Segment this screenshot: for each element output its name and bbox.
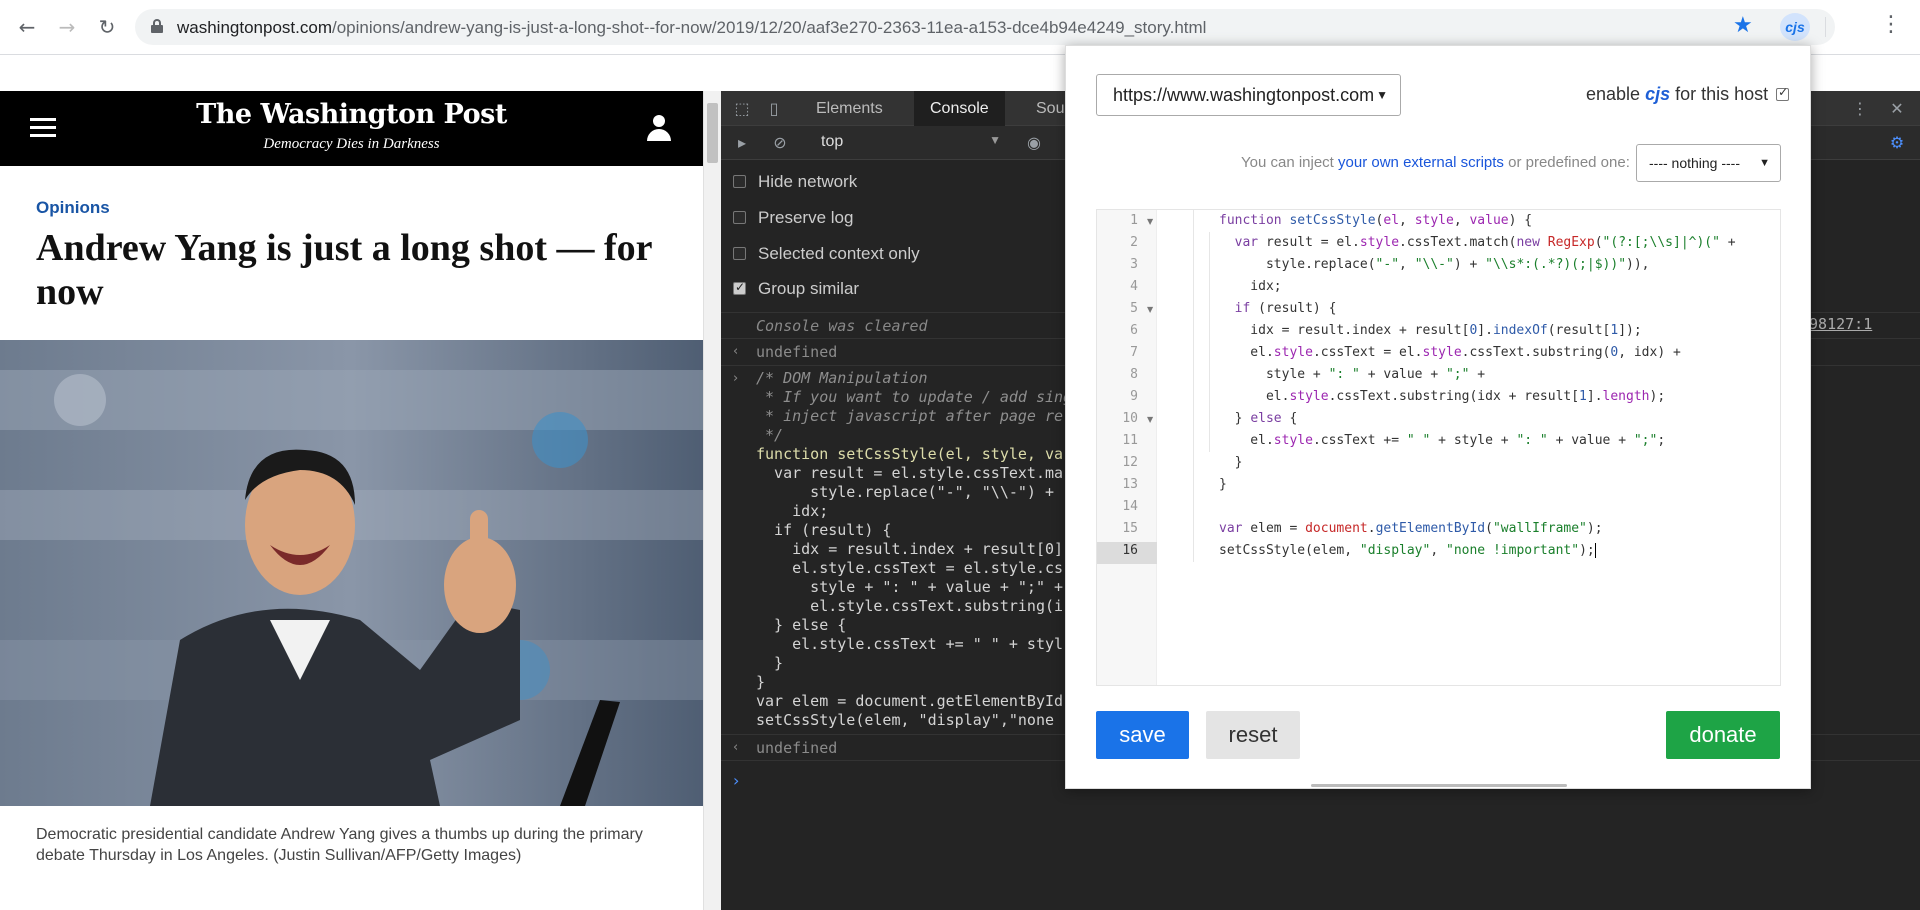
option-group-similar[interactable]: Group similar (733, 279, 859, 299)
popup-scrollbar[interactable] (1311, 784, 1567, 787)
tab-elements[interactable]: Elements (800, 91, 899, 126)
editor-gutter: 1 ▼ 2 3 4 5 ▼ 6 7 8 9 10 ▼ 11 12 13 14 1… (1097, 210, 1157, 685)
address-bar[interactable]: washingtonpost.com/opinions/andrew-yang-… (135, 9, 1835, 45)
checkbox[interactable] (733, 175, 746, 188)
donate-button[interactable]: donate (1666, 711, 1780, 759)
lock-icon (151, 19, 163, 33)
inject-hint: You can inject your own external scripts… (1241, 154, 1630, 171)
console-settings-gear-icon[interactable]: ⚙ (1888, 134, 1906, 152)
sidebar-toggle-icon[interactable]: ▸ (733, 134, 751, 152)
wp-header: The Washington Post Democracy Dies in Da… (0, 91, 703, 166)
editor-code[interactable]: function setCssStyle(el, style, value) {… (1219, 210, 1736, 562)
save-button[interactable]: save (1096, 711, 1189, 759)
enable-for-host[interactable]: enable cjs for this host (1586, 84, 1790, 105)
back-arrow-icon[interactable]: ← (14, 14, 40, 40)
option-preserve-log[interactable]: Preserve log (733, 208, 853, 228)
external-scripts-link[interactable]: your own external scripts (1338, 154, 1504, 171)
console-input-code: /* DOM Manipulation * If you want to upd… (756, 369, 1073, 729)
console-prompt[interactable]: › (733, 771, 739, 790)
page-scrollbar[interactable] (703, 91, 721, 910)
cjs-extension-icon[interactable]: cjs (1780, 13, 1810, 41)
checkbox[interactable] (733, 211, 746, 224)
webpage: The Washington Post Democracy Dies in Da… (0, 91, 703, 910)
clear-console-icon[interactable]: ⊘ (771, 134, 789, 152)
checkbox[interactable] (733, 280, 746, 295)
code-editor[interactable]: 1 ▼ 2 3 4 5 ▼ 6 7 8 9 10 ▼ 11 12 13 14 1… (1096, 209, 1781, 686)
cjs-popup: https://www.washingtonpost.com ▼ enable c… (1065, 45, 1811, 789)
toolbar-divider (1825, 17, 1826, 37)
fold-toggle-icon[interactable]: ▼ (1147, 415, 1153, 424)
photo-caption: Democratic presidential candidate Andrew… (36, 826, 643, 864)
url-text[interactable]: washingtonpost.com/opinions/andrew-yang-… (177, 18, 1206, 38)
live-expression-eye-icon[interactable]: ◉ (1025, 134, 1043, 152)
article-photo (0, 340, 703, 806)
host-select[interactable]: https://www.washingtonpost.com ▼ (1096, 74, 1401, 116)
article-headline: Andrew Yang is just a long shot — for no… (36, 227, 652, 313)
option-hide-network[interactable]: Hide network (733, 172, 857, 192)
fold-toggle-icon[interactable]: ▼ (1147, 305, 1153, 314)
device-toolbar-icon[interactable]: ▯ (765, 100, 783, 118)
page-scrollbar-thumb[interactable] (707, 103, 718, 163)
reload-icon[interactable]: ↻ (94, 14, 120, 40)
context-selector[interactable]: top ▼ (821, 133, 1001, 153)
enable-checkbox[interactable] (1776, 85, 1790, 101)
option-selected-context-only[interactable]: Selected context only (733, 244, 920, 264)
chrome-menu-icon[interactable]: ⋮ (1880, 12, 1902, 37)
masthead-logo[interactable]: The Washington Post (0, 99, 703, 130)
tab-console[interactable]: Console (914, 91, 1005, 126)
section-kicker[interactable]: Opinions (36, 198, 110, 218)
bookmark-star-icon[interactable]: ★ (1733, 13, 1753, 38)
checkbox[interactable] (733, 247, 746, 260)
devtools-close-icon[interactable]: ✕ (1888, 100, 1906, 118)
devtools-menu-icon[interactable]: ⋮ (1851, 100, 1869, 118)
fold-toggle-icon[interactable]: ▼ (1147, 217, 1153, 226)
user-account-icon[interactable] (645, 115, 673, 143)
reset-button[interactable]: reset (1206, 711, 1300, 759)
forward-arrow-icon[interactable]: → (54, 14, 80, 40)
inspect-element-icon[interactable]: ⬚ (733, 100, 751, 118)
predefined-script-select[interactable]: ---- nothing ---- ▼ (1636, 144, 1781, 182)
expand-arrow-icon[interactable]: › (733, 371, 738, 386)
masthead-tagline: Democracy Dies in Darkness (263, 136, 440, 152)
